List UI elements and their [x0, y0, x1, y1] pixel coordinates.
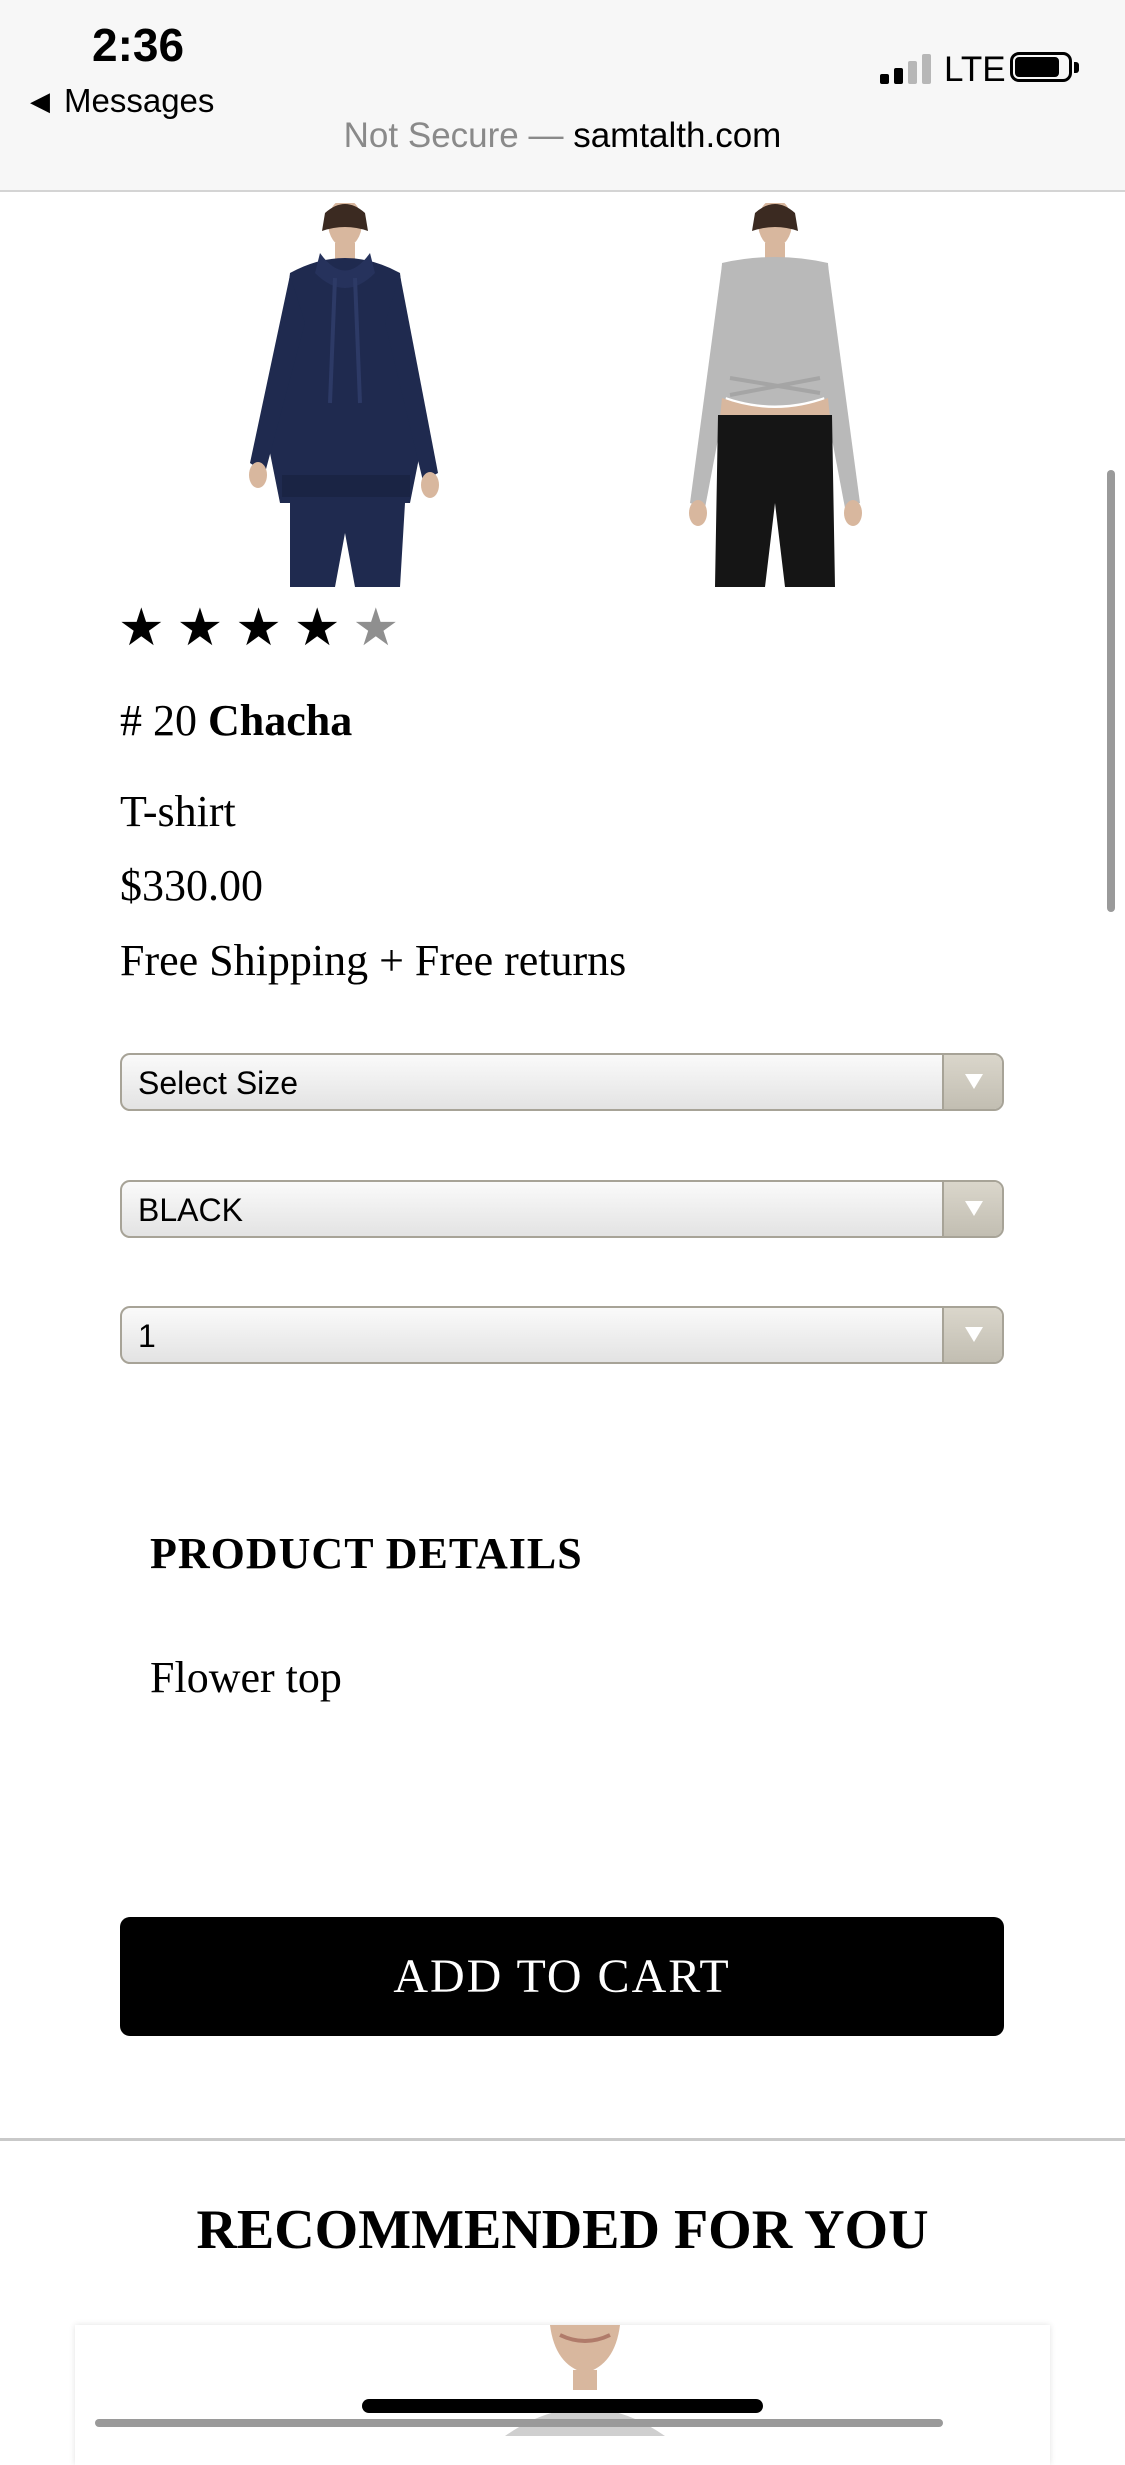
network-label: LTE	[944, 50, 1006, 89]
product-name: # 20 Chacha	[120, 695, 352, 746]
back-label: Messages	[64, 82, 215, 119]
vertical-scrollbar[interactable]	[1107, 470, 1115, 912]
quantity-select[interactable]: 1	[120, 1306, 1004, 1364]
product-image-grey-top[interactable]	[660, 203, 890, 587]
product-details-title: PRODUCT DETAILS	[150, 1529, 583, 1578]
product-price: $330.00	[120, 861, 263, 910]
size-select-value: Select Size	[138, 1065, 299, 1101]
section-divider	[0, 2138, 1125, 2141]
size-select[interactable]: Select Size	[120, 1053, 1004, 1111]
status-time: 2:36	[92, 19, 185, 71]
shipping-info: Free Shipping + Free returns	[120, 936, 627, 985]
battery-icon	[1010, 52, 1080, 84]
product-image-hoodie[interactable]	[230, 203, 460, 587]
star-filled-icon: ★	[235, 600, 282, 657]
browser-top-bar: 2:36 ◀ Messages LTE Not Secure — samtalt…	[0, 0, 1125, 192]
security-label: Not Secure —	[343, 116, 564, 155]
product-details-text: Flower top	[150, 1653, 342, 1702]
url-domain: samtalth.com	[573, 116, 782, 155]
horizontal-scrollbar[interactable]	[95, 2419, 943, 2427]
chevron-down-icon	[942, 1055, 1002, 1109]
chevron-down-icon	[942, 1182, 1002, 1236]
back-arrow-icon: ◀	[30, 85, 50, 116]
color-select[interactable]: BLACK	[120, 1180, 1004, 1238]
recommended-title: RECOMMENDED FOR YOU	[196, 2199, 929, 2261]
star-filled-icon: ★	[293, 600, 341, 657]
color-select-value: BLACK	[138, 1192, 243, 1228]
star-filled-icon: ★	[176, 600, 224, 657]
recommended-item-card[interactable]	[75, 2325, 1050, 2465]
add-to-cart-button[interactable]: ADD TO CART	[120, 1917, 1004, 2036]
product-number: # 20	[120, 696, 197, 745]
product-title: Chacha	[208, 696, 353, 745]
star-filled-icon: ★	[118, 600, 165, 657]
quantity-select-value: 1	[138, 1318, 156, 1354]
product-rating: ★ ★ ★ ★ ★	[118, 603, 399, 655]
home-indicator[interactable]	[362, 2399, 763, 2413]
back-to-messages[interactable]: ◀ Messages	[30, 82, 214, 120]
product-type: T-shirt	[120, 787, 236, 836]
url-bar[interactable]: Not Secure — samtalth.com	[0, 116, 1125, 156]
signal-icon	[880, 52, 931, 84]
star-empty-icon: ★	[352, 600, 400, 657]
chevron-down-icon	[942, 1308, 1002, 1362]
